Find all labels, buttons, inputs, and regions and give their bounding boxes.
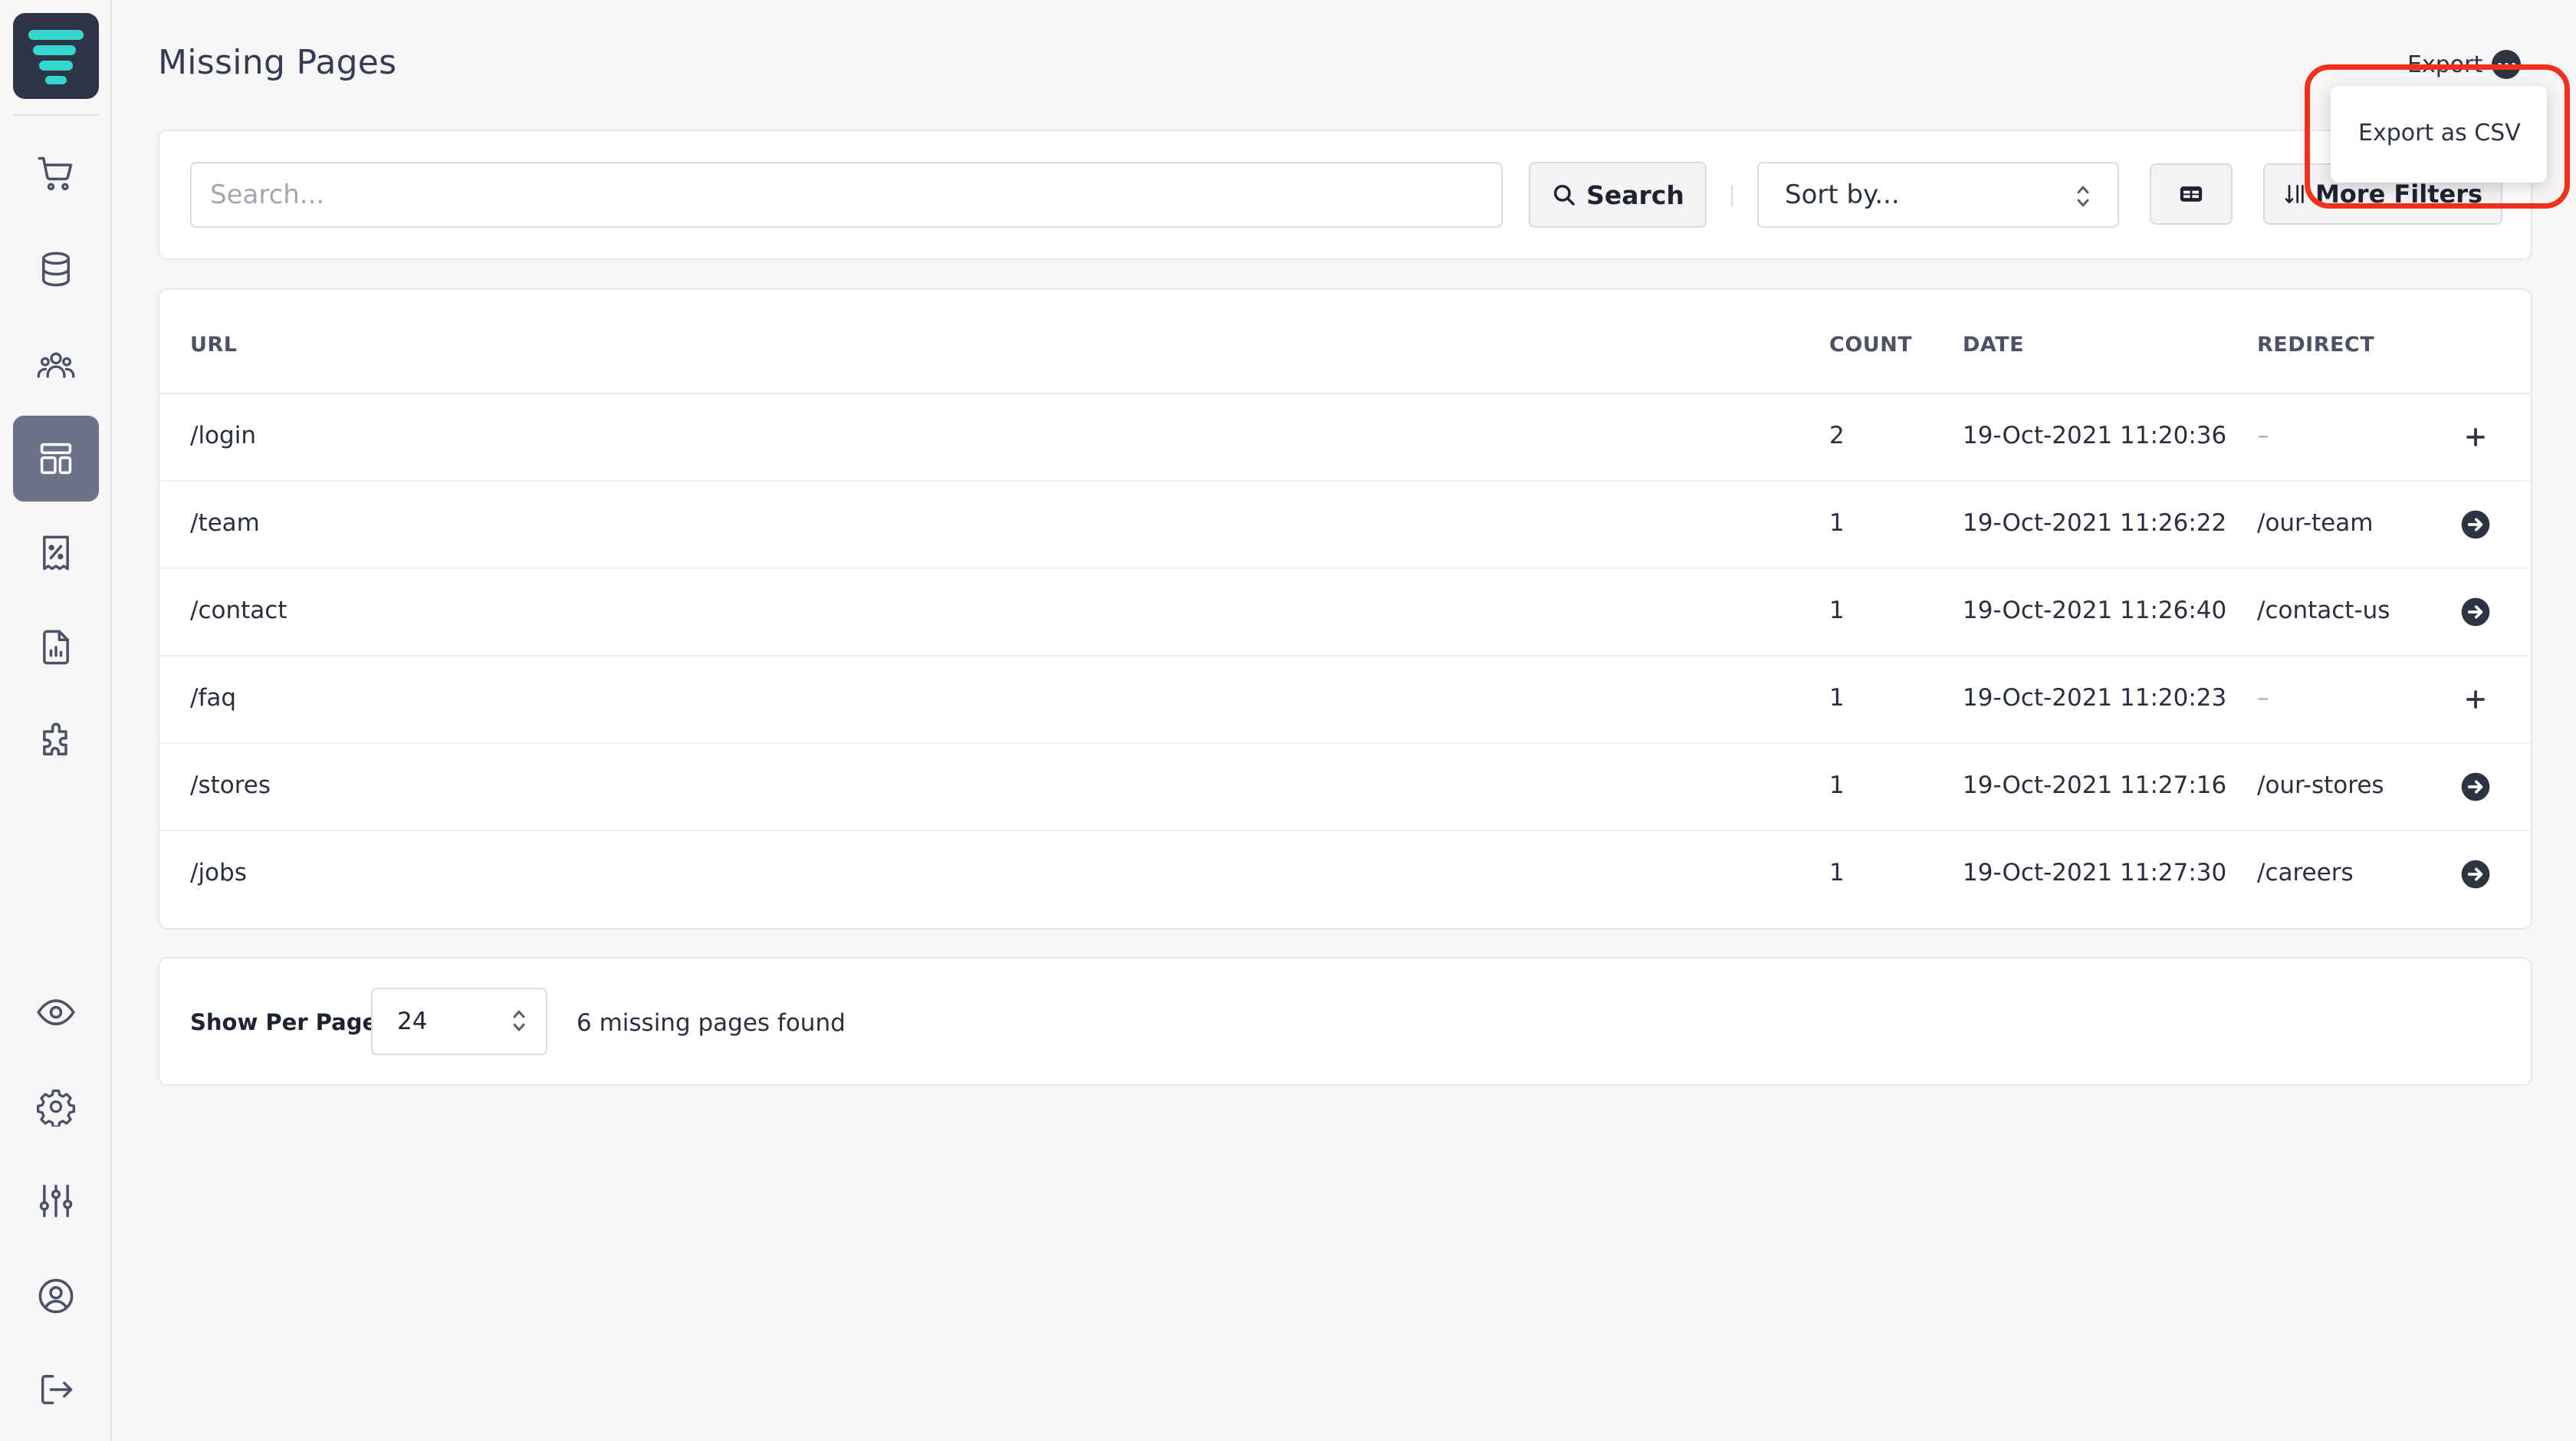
cell-redirect: – xyxy=(2257,422,2269,449)
toolbar-divider xyxy=(1731,185,1733,206)
sidebar-item-configuration[interactable] xyxy=(13,1158,99,1244)
highlight-annotation xyxy=(2305,64,2570,209)
sidebar-divider xyxy=(13,114,99,116)
cell-count: 1 xyxy=(1829,771,1845,799)
search-button-label: Search xyxy=(1586,179,1684,210)
cell-date: 19-Oct-2021 11:27:16 xyxy=(1963,771,2227,799)
pagination-bar: Show Per Page 24 6 missing pages found xyxy=(158,957,2532,1086)
table-row[interactable]: /faq 1 19-Oct-2021 11:20:23 – xyxy=(159,656,2531,744)
cell-url: /team xyxy=(190,509,260,537)
search-icon xyxy=(1554,184,1575,206)
table-row[interactable]: /jobs 1 19-Oct-2021 11:27:30 /careers xyxy=(159,831,2531,919)
sliders-icon xyxy=(39,1184,73,1218)
sidebar-item-orders[interactable] xyxy=(13,130,99,216)
sidebar xyxy=(0,0,112,1441)
sidebar-item-catalog[interactable] xyxy=(13,226,99,312)
missing-pages-table: URL COUNT DATE REDIRECT /login 2 19-Oct-… xyxy=(158,288,2532,929)
search-toolbar: Search Sort by... More Filters xyxy=(158,130,2532,260)
edit-redirect-button[interactable] xyxy=(2457,594,2494,630)
edit-redirect-button[interactable] xyxy=(2457,768,2494,805)
plus-icon xyxy=(2466,428,2485,446)
discount-receipt-icon xyxy=(43,535,69,571)
cell-url: /jobs xyxy=(190,859,247,887)
cell-date: 19-Oct-2021 11:26:40 xyxy=(1963,597,2227,624)
puzzle-icon xyxy=(43,722,67,755)
user-circle-icon xyxy=(38,1278,74,1314)
report-icon xyxy=(43,630,69,665)
app-logo[interactable] xyxy=(13,13,99,99)
logo-icon xyxy=(28,30,84,84)
table-row[interactable]: /team 1 19-Oct-2021 11:26:22 /our-team xyxy=(159,482,2531,569)
cell-count: 1 xyxy=(1829,684,1845,712)
arrow-right-circle-icon xyxy=(2461,772,2490,801)
chevron-updown-icon xyxy=(2077,186,2089,207)
edit-redirect-button[interactable] xyxy=(2457,856,2494,893)
arrow-right-circle-icon xyxy=(2461,860,2490,889)
cell-count: 1 xyxy=(1829,859,1845,887)
cell-count: 1 xyxy=(1829,597,1845,624)
cell-count: 2 xyxy=(1829,422,1845,449)
users-icon xyxy=(37,352,75,378)
column-header-date[interactable]: DATE xyxy=(1963,333,2024,357)
cell-date: 19-Oct-2021 11:26:22 xyxy=(1963,509,2227,537)
cell-redirect: – xyxy=(2257,684,2269,712)
cell-count: 1 xyxy=(1829,509,1845,537)
layout-icon xyxy=(40,442,72,475)
sidebar-item-content[interactable] xyxy=(13,416,99,502)
results-count: 6 missing pages found xyxy=(577,1009,846,1037)
sidebar-item-customers[interactable] xyxy=(13,322,99,408)
plus-icon xyxy=(2466,690,2485,709)
cell-url: /contact xyxy=(190,597,288,624)
sidebar-item-promotions[interactable] xyxy=(13,510,99,596)
cell-redirect: /our-stores xyxy=(2257,771,2384,799)
logout-icon xyxy=(41,1374,73,1405)
table-row[interactable]: /login 2 19-Oct-2021 11:20:36 – xyxy=(159,394,2531,482)
cell-redirect: /contact-us xyxy=(2257,597,2390,624)
sidebar-item-logout[interactable] xyxy=(13,1347,99,1433)
cell-date: 19-Oct-2021 11:27:30 xyxy=(1963,859,2227,887)
table-row[interactable]: /contact 1 19-Oct-2021 11:26:40 /contact… xyxy=(159,569,2531,656)
cart-icon xyxy=(38,156,73,191)
cell-url: /stores xyxy=(190,771,271,799)
per-page-label: Show Per Page xyxy=(190,1009,378,1035)
sidebar-item-settings[interactable] xyxy=(13,1064,99,1150)
edit-redirect-button[interactable] xyxy=(2457,506,2494,543)
eye-icon xyxy=(37,999,75,1025)
add-redirect-button[interactable] xyxy=(2457,681,2494,718)
table-view-button[interactable] xyxy=(2150,163,2233,225)
gear-icon xyxy=(36,1089,76,1127)
add-redirect-button[interactable] xyxy=(2457,419,2494,456)
sidebar-item-account[interactable] xyxy=(13,1253,99,1339)
page-title: Missing Pages xyxy=(158,43,397,82)
per-page-value: 24 xyxy=(397,1008,428,1035)
cell-date: 19-Oct-2021 11:20:36 xyxy=(1963,422,2227,449)
cell-redirect: /our-team xyxy=(2257,509,2374,537)
column-header-count[interactable]: COUNT xyxy=(1829,333,1912,357)
database-icon xyxy=(42,252,70,287)
chevron-updown-icon xyxy=(513,1010,525,1031)
column-header-url[interactable]: URL xyxy=(190,333,237,357)
sort-select-label: Sort by... xyxy=(1785,179,1900,210)
column-header-redirect[interactable]: REDIRECT xyxy=(2257,333,2374,357)
cell-redirect: /careers xyxy=(2257,859,2354,887)
table-header: URL COUNT DATE REDIRECT xyxy=(159,290,2531,394)
arrow-right-circle-icon xyxy=(2461,597,2490,627)
sidebar-item-extensions[interactable] xyxy=(13,699,99,785)
sidebar-item-reports[interactable] xyxy=(13,604,99,690)
sidebar-item-preview[interactable] xyxy=(13,969,99,1055)
sort-select[interactable]: Sort by... xyxy=(1757,162,2119,228)
table-view-icon xyxy=(2180,186,2203,202)
per-page-select[interactable]: 24 xyxy=(371,988,547,1055)
cell-url: /faq xyxy=(190,684,237,712)
search-button[interactable]: Search xyxy=(1529,162,1707,228)
search-input[interactable] xyxy=(190,162,1503,228)
table-row[interactable]: /stores 1 19-Oct-2021 11:27:16 /our-stor… xyxy=(159,744,2531,831)
arrow-right-circle-icon xyxy=(2461,510,2490,539)
cell-url: /login xyxy=(190,422,256,449)
cell-date: 19-Oct-2021 11:20:23 xyxy=(1963,684,2227,712)
